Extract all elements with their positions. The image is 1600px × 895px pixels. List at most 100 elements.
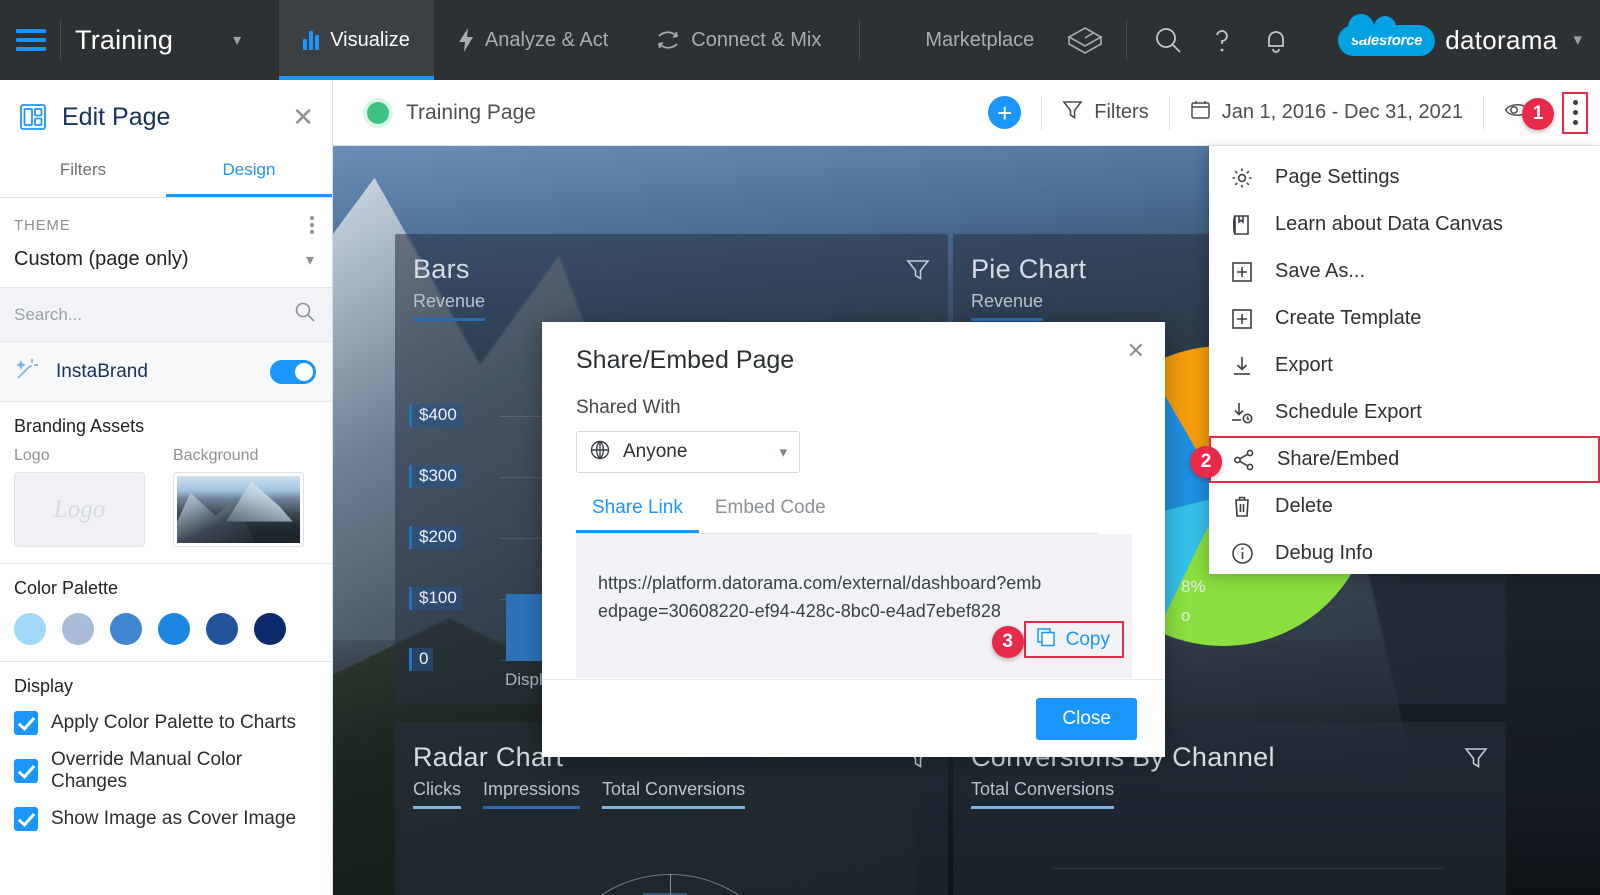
background-thumbnail[interactable] [173, 472, 304, 547]
info-icon [1229, 542, 1255, 565]
lightning-icon [458, 28, 474, 52]
checkbox[interactable] [14, 711, 38, 735]
logo-upload-box[interactable]: Logo [14, 472, 145, 547]
edit-page-sidebar: Edit Page ✕ Filters Design THEME Custom … [0, 80, 333, 895]
color-swatch[interactable] [62, 613, 94, 645]
page-options-kebab-menu[interactable] [1562, 91, 1588, 134]
menu-item-label: Create Template [1275, 307, 1422, 329]
salesforce-datorama-logo[interactable]: salesforce datorama [1337, 13, 1557, 56]
search-icon[interactable] [1141, 0, 1195, 80]
menu-item-debug-info[interactable]: Debug Info [1209, 530, 1600, 577]
metric-total-conversions[interactable]: Total Conversions [971, 779, 1115, 809]
funnel-icon[interactable] [906, 258, 930, 288]
background-label: Background [173, 447, 259, 464]
color-swatch[interactable] [254, 613, 286, 645]
nav-tab-visualize[interactable]: Visualize [279, 0, 434, 80]
metric-revenue[interactable]: Revenue [971, 291, 1044, 321]
menu-item-label: Delete [1275, 495, 1333, 517]
checkbox[interactable] [14, 807, 38, 831]
package-icon[interactable] [1058, 0, 1112, 80]
sidebar-header: Edit Page ✕ [0, 80, 332, 148]
date-range-selector[interactable]: Jan 1, 2016 - Dec 31, 2021 [1190, 99, 1463, 127]
chevron-down-icon: ▾ [779, 444, 787, 461]
metric-revenue[interactable]: Revenue [413, 291, 486, 321]
menu-item-schedule-export[interactable]: Schedule Export [1209, 389, 1600, 436]
share-link-box: https://platform.datorama.com/external/d… [576, 534, 1132, 678]
theme-kebab-menu-icon[interactable] [310, 216, 314, 234]
close-icon[interactable]: ✕ [292, 104, 314, 130]
top-navigation-bar: Training ▾ Visualize Analyze & Act Conne… [0, 0, 1600, 80]
layout-icon [18, 102, 48, 132]
display-option-cover-image[interactable]: Show Image as Cover Image [14, 807, 318, 831]
filters-button[interactable]: Filters [1062, 99, 1149, 127]
copy-icon [1036, 627, 1056, 652]
instabrand-toggle[interactable] [270, 359, 316, 384]
option-label: Override Manual Color Changes [51, 749, 243, 792]
grid-icon [898, 32, 914, 48]
salesforce-cloud-logo: salesforce [1337, 13, 1436, 56]
plus-box-icon [1229, 261, 1255, 283]
display-option-apply-palette[interactable]: Apply Color Palette to Charts [14, 711, 318, 735]
search-icon[interactable] [294, 301, 316, 328]
checkbox[interactable] [14, 759, 38, 783]
menu-item-save-as[interactable]: Save As... [1209, 248, 1600, 295]
menu-item-delete[interactable]: Delete [1209, 483, 1600, 530]
gear-icon [1229, 166, 1255, 190]
schedule-download-icon [1229, 401, 1255, 425]
close-button[interactable]: Close [1036, 697, 1137, 740]
color-palette-title: Color Palette [14, 578, 119, 598]
nav-tab-analyze-act[interactable]: Analyze & Act [434, 0, 632, 80]
share-embed-modal: ✕ Share/Embed Page Shared With Anyone ▾ … [542, 322, 1165, 757]
search-input[interactable] [14, 304, 294, 325]
modal-footer: Close [542, 679, 1165, 757]
copy-button[interactable]: 3 Copy [991, 621, 1124, 658]
color-palette-block: Color Palette [0, 564, 332, 662]
tab-design[interactable]: Design [166, 148, 332, 197]
share-url-text[interactable]: https://platform.datorama.com/external/d… [576, 534, 1046, 626]
menu-item-learn-data-canvas[interactable]: Learn about Data Canvas [1209, 201, 1600, 248]
metric-impressions[interactable]: Impressions [483, 779, 581, 809]
menu-item-export[interactable]: Export [1209, 342, 1600, 389]
shared-with-select[interactable]: Anyone ▾ [576, 431, 800, 473]
shared-with-label: Shared With [576, 397, 681, 418]
hamburger-menu-icon[interactable] [16, 29, 46, 51]
metric-clicks[interactable]: Clicks [413, 779, 461, 809]
help-icon[interactable] [1195, 0, 1249, 80]
color-swatch[interactable] [158, 613, 190, 645]
nav-tab-label: Marketplace [925, 28, 1035, 51]
step-badge-2: 2 [1190, 446, 1222, 478]
close-icon[interactable]: ✕ [1127, 338, 1145, 364]
page-options-menu: Page Settings Learn about Data Canvas Sa… [1190, 146, 1600, 577]
nav-tab-connect-mix[interactable]: Connect & Mix [632, 0, 845, 80]
display-option-override-manual[interactable]: Override Manual Color Changes [14, 749, 318, 793]
y-axis-tick: 0 [409, 648, 434, 671]
display-block: Display Apply Color Palette to Charts Ov… [0, 662, 332, 847]
download-icon [1229, 355, 1255, 377]
page-title: Edit Page [62, 102, 171, 131]
color-swatch[interactable] [110, 613, 142, 645]
menu-item-page-settings[interactable]: Page Settings [1209, 154, 1600, 201]
add-widget-button[interactable]: + [988, 96, 1022, 129]
tab-share-link[interactable]: Share Link [576, 497, 699, 533]
menu-item-share-embed[interactable]: 2 Share/Embed [1190, 436, 1600, 483]
globe-icon [589, 439, 611, 466]
color-swatch[interactable] [206, 613, 238, 645]
org-name[interactable]: Training [75, 25, 173, 56]
funnel-icon[interactable] [1464, 746, 1488, 776]
chevron-down-icon[interactable]: ▾ [233, 30, 241, 50]
step-badge-1: 1 [1522, 98, 1554, 130]
tab-filters[interactable]: Filters [0, 148, 166, 197]
search-row [0, 287, 332, 342]
theme-selector[interactable]: Custom (page only) ▾ [0, 242, 332, 287]
bell-icon[interactable] [1249, 0, 1303, 80]
chevron-down-icon[interactable]: ▾ [1573, 30, 1582, 50]
step-badge-3: 3 [991, 626, 1024, 658]
metric-total-conversions[interactable]: Total Conversions [602, 779, 746, 809]
tab-embed-code[interactable]: Embed Code [699, 497, 842, 533]
page-name[interactable]: Training Page [406, 101, 536, 125]
bar-chart-icon [303, 30, 320, 50]
nav-tab-marketplace[interactable]: Marketplace [874, 0, 1058, 80]
mountain-image [177, 476, 300, 543]
color-swatch[interactable] [14, 613, 46, 645]
menu-item-create-template[interactable]: Create Template [1209, 295, 1600, 342]
